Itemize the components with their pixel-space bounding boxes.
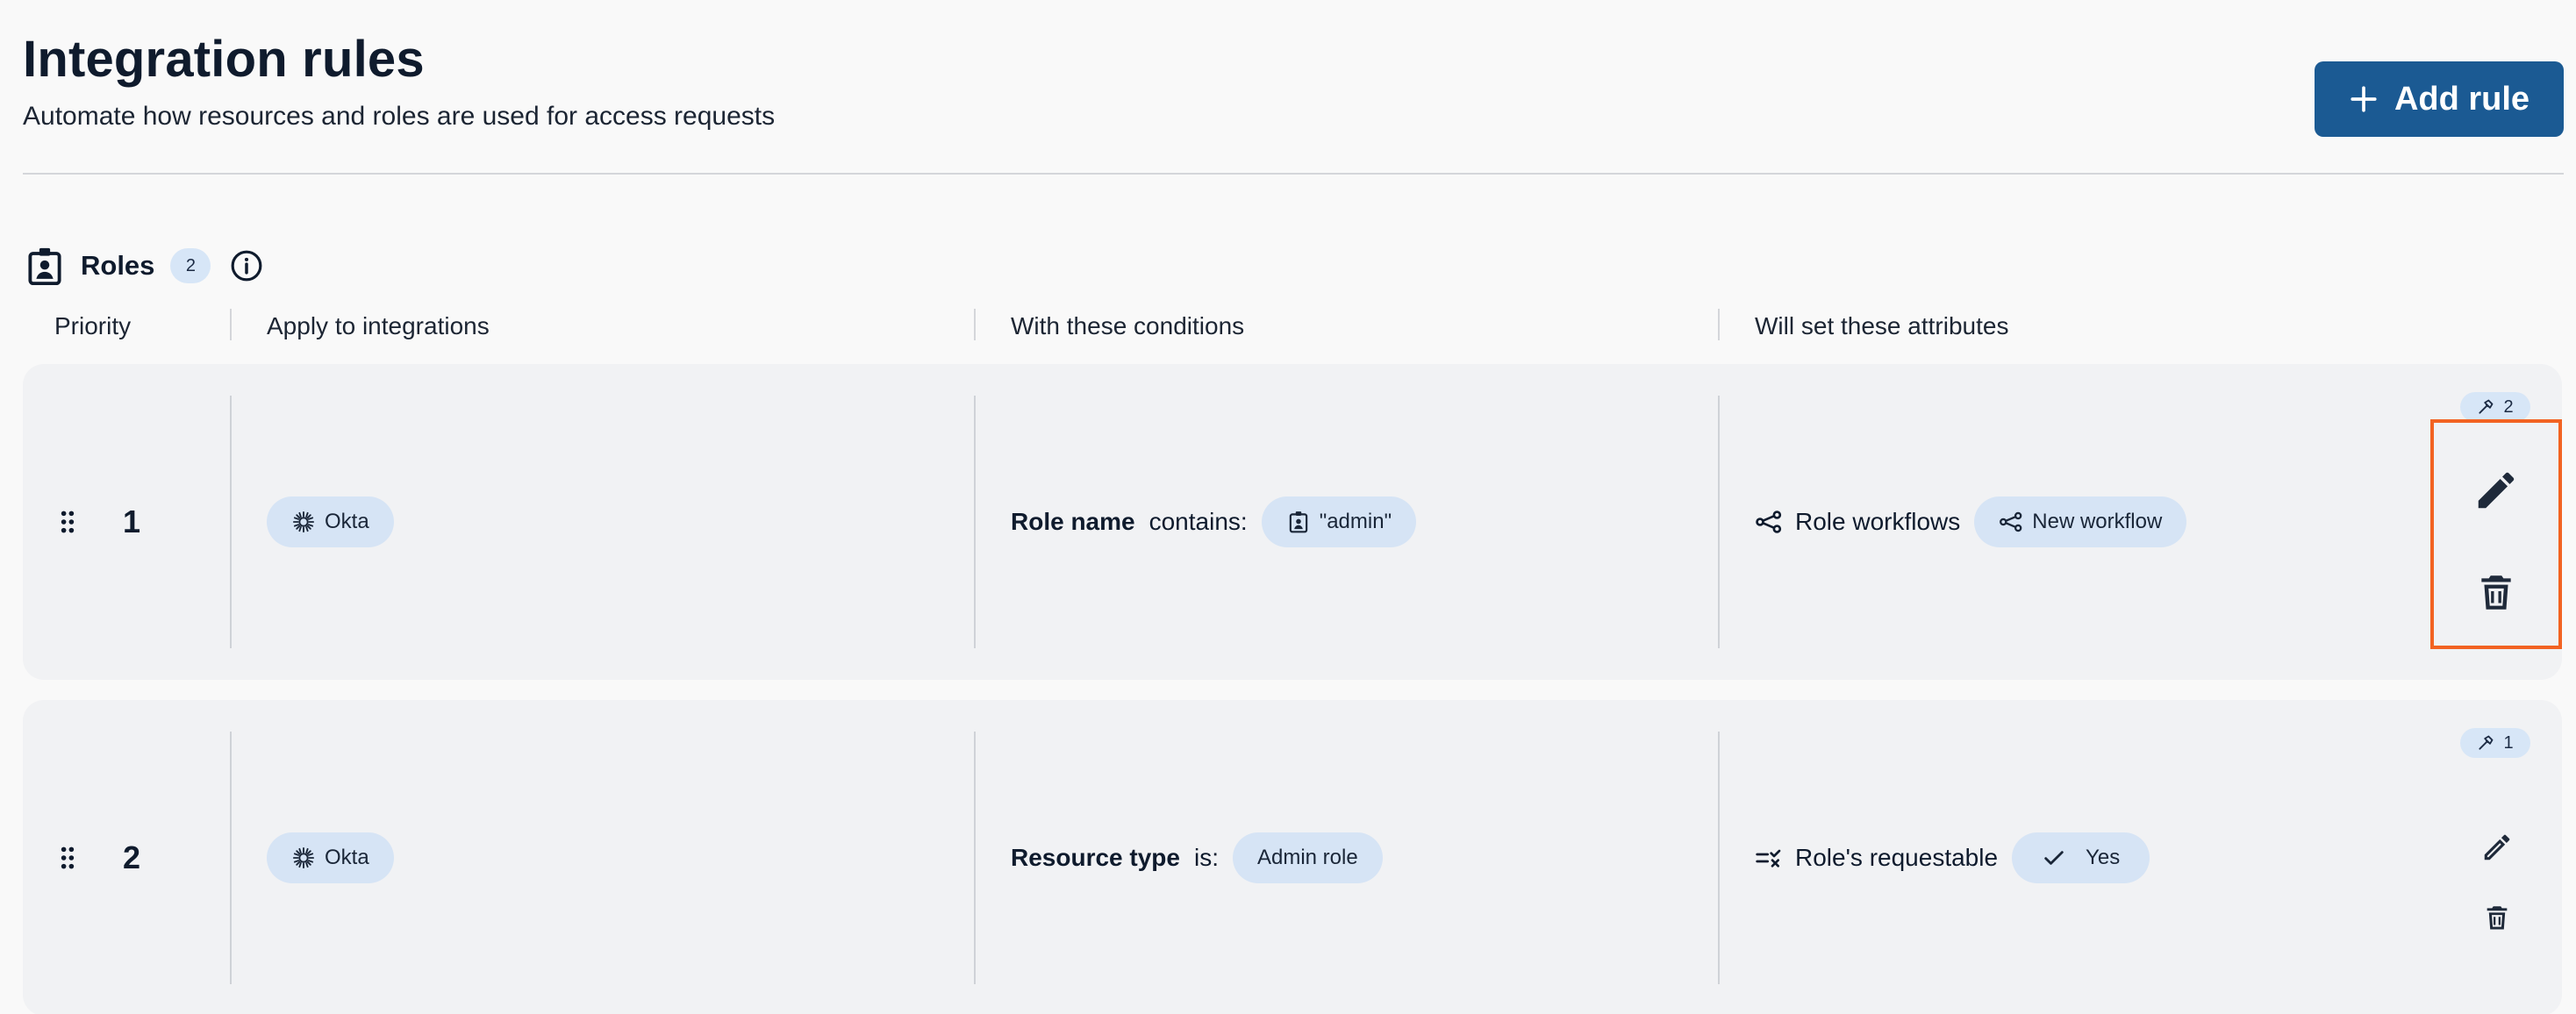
attribute-name: Role's requestable — [1795, 844, 1999, 871]
check-icon — [2044, 851, 2064, 865]
section-title: Roles — [81, 250, 155, 281]
add-rule-label: Add rule — [2394, 80, 2530, 118]
pencil-icon — [2478, 472, 2515, 509]
page-subtitle: Automate how resources and roles are use… — [23, 102, 776, 131]
header-divider — [23, 173, 2564, 175]
cell-divider — [230, 396, 232, 648]
priority-number: 2 — [123, 839, 141, 875]
requestable-icon — [1756, 849, 1781, 868]
okta-logo-icon — [292, 846, 315, 869]
integration-rules-page: Integration rules Automate how resources… — [0, 0, 2576, 1014]
integrations-cell: Okta — [267, 700, 394, 1014]
delete-button[interactable] — [2458, 553, 2535, 631]
roles-count-badge: 2 — [170, 248, 211, 283]
workflow-icon — [2000, 511, 2022, 532]
workflow-icon — [1756, 511, 1782, 533]
column-divider — [1718, 309, 1720, 340]
attributes-cell: Role's requestable Yes — [1755, 700, 2150, 1014]
integration-name: Okta — [325, 510, 369, 533]
rule-applied-count: 2 — [2503, 396, 2514, 417]
trash-icon — [2481, 575, 2511, 610]
edit-button[interactable] — [2458, 452, 2535, 529]
condition-operator: is: — [1193, 844, 1219, 871]
hammer-icon — [2479, 399, 2494, 414]
attribute-value-chip: New workflow — [1974, 496, 2187, 547]
condition-field: Role name — [1011, 508, 1135, 535]
plus-icon — [2351, 86, 2377, 112]
column-header-integrations: Apply to integrations — [267, 312, 490, 339]
conditions-cell: Resource type is: Admin role — [1011, 700, 1383, 1014]
column-divider — [230, 309, 232, 340]
attributes-cell: Role workflows New workflow — [1755, 364, 2187, 680]
condition-field: Resource type — [1011, 844, 1180, 871]
attribute-value: New workflow — [2032, 510, 2163, 533]
rule-applied-count-badge: 1 — [2460, 728, 2530, 758]
drag-handle-icon[interactable] — [60, 364, 75, 680]
table-header: Priority Apply to integrations With thes… — [23, 309, 2564, 344]
add-rule-button[interactable]: Add rule — [2315, 61, 2564, 137]
attribute-value-chip: Yes — [2012, 832, 2150, 883]
page-title: Integration rules — [23, 31, 425, 88]
column-header-attributes: Will set these attributes — [1755, 312, 2009, 339]
cell-divider — [1718, 732, 1720, 984]
integration-chip: Okta — [267, 832, 394, 883]
priority-number: 1 — [123, 503, 141, 539]
cell-divider — [974, 396, 976, 648]
okta-logo-icon — [292, 511, 315, 533]
condition-value: Admin role — [1256, 846, 1358, 869]
conditions-cell: Role name contains: "admin" — [1011, 364, 1417, 680]
condition-value-chip: "admin" — [1261, 496, 1417, 547]
condition-operator: contains: — [1148, 508, 1248, 535]
info-icon[interactable] — [230, 249, 263, 282]
rule-applied-count-badge: 2 — [2460, 392, 2530, 422]
column-divider — [974, 309, 976, 340]
drag-handle-icon[interactable] — [60, 700, 75, 1014]
cell-divider — [230, 732, 232, 984]
column-header-priority: Priority — [54, 312, 132, 339]
rule-applied-count: 1 — [2503, 732, 2514, 753]
edit-button[interactable] — [2471, 821, 2523, 874]
condition-value: "admin" — [1319, 510, 1392, 533]
rule-row: 2 Okta Resource type is: Admin role Role… — [23, 700, 2562, 1014]
integrations-cell: Okta — [267, 364, 394, 680]
role-badge-icon — [28, 247, 61, 286]
integration-name: Okta — [325, 846, 369, 869]
rule-row: 1 Okta Role name contains: "admin" Role … — [23, 364, 2562, 680]
trash-icon — [2487, 906, 2508, 930]
delete-button[interactable] — [2471, 891, 2523, 944]
hammer-icon — [2479, 735, 2494, 750]
column-header-conditions: With these conditions — [1011, 312, 1245, 339]
cell-divider — [974, 732, 976, 984]
page-header: Integration rules Automate how resources… — [23, 26, 2564, 174]
pencil-icon — [2484, 834, 2510, 860]
condition-value-chip: Admin role — [1232, 832, 1383, 883]
attribute-value: Yes — [2086, 846, 2121, 869]
integration-chip: Okta — [267, 496, 394, 547]
cell-divider — [1718, 396, 1720, 648]
attribute-name: Role workflows — [1795, 508, 1961, 535]
roles-section-header: Roles 2 — [26, 244, 263, 288]
role-badge-icon — [1289, 511, 1307, 533]
